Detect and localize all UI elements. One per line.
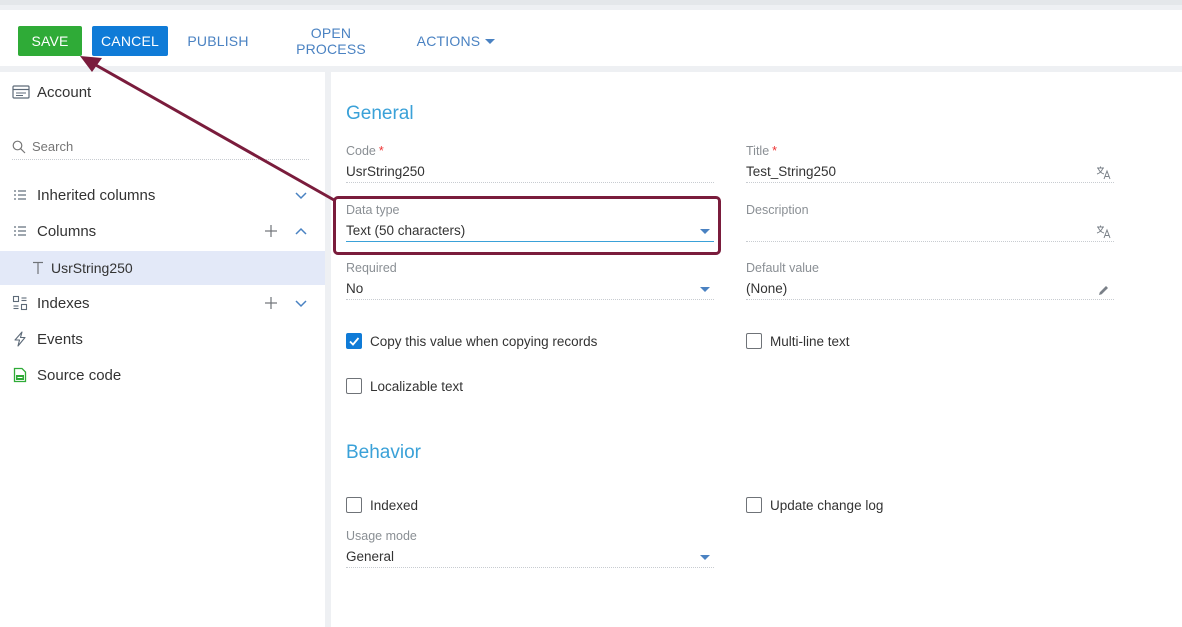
description-field[interactable]: Description <box>746 203 1114 247</box>
checkbox-icon[interactable] <box>746 333 762 349</box>
copy-value-label: Copy this value when copying records <box>370 333 598 349</box>
required-select[interactable]: No <box>346 278 714 300</box>
default-value-field[interactable]: Default value (None) <box>746 261 1114 305</box>
lightning-icon <box>14 331 26 347</box>
checkbox-icon[interactable] <box>746 497 762 513</box>
data-type-field[interactable]: Data type Text (50 characters) <box>346 203 714 247</box>
translate-icon[interactable] <box>1096 225 1112 239</box>
plus-icon[interactable] <box>264 296 278 310</box>
chevron-down-icon[interactable] <box>294 188 308 202</box>
sidebar-item-label: UsrString250 <box>51 260 133 276</box>
code-input[interactable]: UsrString250 <box>346 161 714 183</box>
translate-icon[interactable] <box>1096 166 1112 180</box>
default-value-input[interactable]: (None) <box>746 278 1114 300</box>
sidebar-item-label: Columns <box>37 222 97 240</box>
default-value-label: Default value <box>746 261 819 275</box>
usage-mode-field[interactable]: Usage mode General <box>346 529 714 573</box>
title-label: Title * <box>746 144 778 158</box>
search-input[interactable] <box>32 139 292 154</box>
object-title: Account <box>12 82 91 102</box>
publish-button[interactable]: PUBLISH <box>186 26 250 56</box>
object-title-text: Account <box>37 83 92 101</box>
columns-icon <box>14 190 26 200</box>
usage-mode-select[interactable]: General <box>346 546 714 568</box>
required-label: Required <box>346 261 397 275</box>
title-input[interactable]: Test_String250 <box>746 161 1114 183</box>
indexes-icon <box>12 295 28 311</box>
toolbar: SAVE CANCEL PUBLISH OPEN PROCESS ACTIONS <box>0 10 1182 66</box>
multiline-label: Multi-line text <box>770 333 850 349</box>
sidebar-item-usrstring250[interactable]: UsrString250 <box>0 251 325 285</box>
sidebar-item-label: Indexes <box>37 294 90 312</box>
checkbox-checked-icon[interactable] <box>346 333 362 349</box>
dropdown-arrow-icon[interactable] <box>700 229 710 234</box>
actions-menu-button[interactable]: ACTIONS <box>414 26 498 56</box>
object-icon <box>12 85 30 99</box>
localizable-checkbox[interactable]: Localizable text <box>346 378 463 394</box>
open-process-button[interactable]: OPEN PROCESS <box>276 25 386 57</box>
chevron-down-icon <box>485 38 496 44</box>
title-field[interactable]: Title * Test_String250 <box>746 144 1114 188</box>
sidebar: Account Inherited columns <box>0 72 325 627</box>
text-type-icon <box>33 261 43 274</box>
sidebar-item-indexes[interactable]: Indexes <box>0 286 325 320</box>
required-field[interactable]: Required No <box>346 261 714 305</box>
code-field[interactable]: Code * UsrString250 <box>346 144 714 188</box>
sidebar-item-label: Events <box>37 330 83 348</box>
main-panel: General Code * UsrString250 Title * Test_S… <box>331 72 1182 627</box>
pencil-icon[interactable] <box>1097 284 1110 297</box>
usage-mode-label: Usage mode <box>346 529 417 543</box>
top-divider <box>0 0 1182 5</box>
localizable-label: Localizable text <box>370 378 464 394</box>
copy-value-checkbox[interactable]: Copy this value when copying records <box>346 333 597 349</box>
sidebar-item-inherited-columns[interactable]: Inherited columns <box>0 178 325 212</box>
indexed-checkbox[interactable]: Indexed <box>346 497 418 513</box>
chevron-up-icon[interactable] <box>294 224 308 238</box>
update-log-checkbox[interactable]: Update change log <box>746 497 883 513</box>
sidebar-item-events[interactable]: Events <box>0 322 325 356</box>
csharp-file-icon <box>13 367 27 383</box>
indexed-label: Indexed <box>370 497 419 513</box>
columns-icon <box>14 226 26 236</box>
multiline-checkbox[interactable]: Multi-line text <box>746 333 850 349</box>
sidebar-item-label: Inherited columns <box>37 186 156 204</box>
data-type-select[interactable]: Text (50 characters) <box>346 220 714 242</box>
search-icon <box>12 140 26 153</box>
sidebar-item-source-code[interactable]: Source code <box>0 358 325 392</box>
dropdown-arrow-icon[interactable] <box>700 555 710 560</box>
cancel-button[interactable]: CANCEL <box>92 26 168 56</box>
description-input[interactable] <box>746 220 1114 242</box>
update-log-label: Update change log <box>770 497 884 513</box>
sidebar-item-columns[interactable]: Columns <box>0 214 325 248</box>
chevron-down-icon[interactable] <box>294 296 308 310</box>
checkbox-icon[interactable] <box>346 497 362 513</box>
actions-label: ACTIONS <box>416 33 481 49</box>
plus-icon[interactable] <box>264 224 278 238</box>
sidebar-search[interactable] <box>12 134 309 160</box>
checkbox-icon[interactable] <box>346 378 362 394</box>
dropdown-arrow-icon[interactable] <box>700 287 710 292</box>
sidebar-item-label: Source code <box>37 366 122 384</box>
code-label: Code * <box>346 144 384 158</box>
section-title-general: General <box>346 103 414 124</box>
save-button[interactable]: SAVE <box>18 26 82 56</box>
data-type-label: Data type <box>346 203 400 217</box>
description-label: Description <box>746 203 809 217</box>
section-title-behavior: Behavior <box>346 442 421 463</box>
